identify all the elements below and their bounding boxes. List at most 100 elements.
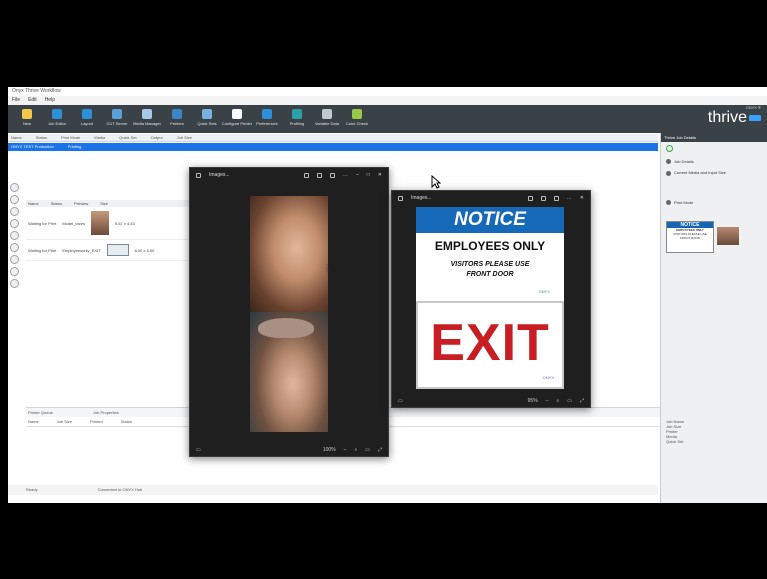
- menu-item-help[interactable]: Help: [45, 97, 55, 104]
- ribbon-icon: [22, 109, 32, 119]
- column-header[interactable]: Quick Set: [119, 135, 136, 140]
- settings-icon[interactable]: [10, 279, 19, 288]
- pane-item[interactable]: Print Mode: [661, 197, 767, 208]
- image-viewer-faces[interactable]: Images... … – □ ✕ ONYX ▭ 100% – ⌕ ▭ ⤢: [189, 167, 389, 457]
- ribbon-button[interactable]: Printers: [164, 107, 190, 131]
- status-bar: Ready Connected to ONYX Hub: [8, 485, 658, 495]
- pause-icon[interactable]: [10, 231, 19, 240]
- pane-title: Thrive Job Details: [661, 133, 767, 142]
- job-row[interactable]: Waiting for Print Model_faces 5.67 x 4.4…: [26, 207, 196, 240]
- tab-printer-queue[interactable]: Printer Queue: [28, 410, 53, 415]
- slideshow-icon[interactable]: ▭: [398, 398, 403, 404]
- minimize-icon[interactable]: –: [356, 172, 359, 178]
- job-row[interactable]: Waiting for Print Employeesonly_EXIT 6.0…: [26, 240, 196, 261]
- job-details-pane: Thrive Job Details Job Details Current M…: [660, 133, 767, 503]
- column-header[interactable]: Name: [28, 419, 39, 424]
- ribbon-button[interactable]: Configure Printer: [222, 107, 252, 131]
- zoom-out-icon[interactable]: –: [344, 447, 347, 453]
- rotate-icon[interactable]: [540, 195, 546, 201]
- column-header[interactable]: Media: [94, 135, 105, 140]
- letterbox-bottom: [0, 503, 767, 579]
- image-viewer-notice[interactable]: Images... … ✕ NOTICE EMPLOYEES ONLY VISI…: [391, 190, 591, 408]
- column-header[interactable]: Status: [36, 135, 47, 140]
- job-name: Employeesonly_EXIT: [62, 247, 101, 253]
- job-preview-thumbnail: [106, 244, 129, 256]
- ribbon-button[interactable]: New: [14, 107, 40, 131]
- ribbon-button[interactable]: Variable Data: [314, 107, 340, 131]
- ribbon-label: CUT Server: [106, 121, 128, 126]
- delete-icon[interactable]: [329, 172, 335, 178]
- ribbon-button[interactable]: CUT Server: [104, 107, 130, 131]
- preview-thumbnail-notice[interactable]: NOTICE EMPLOYEES ONLY VISITORS PLEASE US…: [666, 221, 714, 254]
- table-cell: Printing: [67, 144, 82, 149]
- delete-icon[interactable]: [553, 195, 559, 201]
- zoom-in-icon[interactable]: ⌕: [556, 398, 559, 404]
- close-icon[interactable]: ✕: [378, 172, 382, 178]
- fullscreen-icon[interactable]: ⤢: [378, 447, 382, 453]
- ribbon-label: Profiling: [289, 121, 305, 126]
- ribbon-button[interactable]: Job Editor: [44, 107, 70, 131]
- pane-item[interactable]: Job Details: [661, 156, 767, 167]
- ribbon-toolbar: New Job Editor Layout CUT Server Media Manag…: [8, 105, 767, 133]
- ribbon-label: Printers: [170, 121, 184, 126]
- column-header[interactable]: Printed: [90, 419, 103, 424]
- ribbon-label: Layout: [80, 121, 93, 126]
- stop-icon[interactable]: [10, 243, 19, 252]
- queue-icon[interactable]: [10, 183, 19, 192]
- ribbon-button[interactable]: Layout: [74, 107, 100, 131]
- viewer-footer: ▭ 95% – ⌕ ▭ ⤢: [392, 395, 590, 407]
- column-header[interactable]: Print Mode: [61, 135, 80, 140]
- column-header[interactable]: Job Size: [177, 135, 192, 140]
- zoom-out-icon[interactable]: –: [546, 398, 549, 404]
- status-text: Ready: [26, 487, 38, 492]
- ribbon-label: Quick Sets: [197, 121, 217, 126]
- menu-item-file[interactable]: File: [12, 97, 20, 104]
- maximize-icon[interactable]: □: [367, 172, 370, 178]
- fullscreen-icon[interactable]: ⤢: [580, 398, 584, 404]
- connection-status: Connected to ONYX Hub: [97, 487, 143, 492]
- column-header[interactable]: Job Size: [57, 419, 72, 424]
- slideshow-icon[interactable]: ▭: [196, 447, 201, 453]
- edit-icon[interactable]: [303, 172, 309, 178]
- fit-icon[interactable]: ▭: [567, 398, 572, 404]
- ribbon-button[interactable]: Quick Sets: [194, 107, 220, 131]
- ribbon-button[interactable]: Color Check: [344, 107, 370, 131]
- more-icon[interactable]: …: [343, 172, 348, 178]
- ribbon-icon: [142, 109, 152, 119]
- column-header[interactable]: Status: [121, 419, 132, 424]
- ribbon-button[interactable]: Profiling: [284, 107, 310, 131]
- column-header[interactable]: Output: [151, 135, 163, 140]
- rotate-icon[interactable]: [316, 172, 322, 178]
- viewer-footer: ▭ 100% – ⌕ ▭ ⤢: [190, 444, 388, 456]
- close-icon[interactable]: ✕: [580, 195, 584, 201]
- printer-grid-header: Name Status Print Mode Media Quick Set Output…: [8, 134, 658, 142]
- job-list: Name Status Preview Size Waiting for Pri…: [26, 200, 196, 261]
- refresh-icon[interactable]: [10, 267, 19, 276]
- ribbon-button[interactable]: Media Manager: [133, 107, 161, 131]
- viewer-title: Images...: [411, 195, 432, 201]
- tab-job-properties[interactable]: Job Properties: [93, 410, 119, 415]
- delete-icon[interactable]: [10, 255, 19, 264]
- more-icon[interactable]: …: [567, 195, 572, 201]
- play-icon[interactable]: [10, 219, 19, 228]
- ribbon-icon: [202, 109, 212, 119]
- fit-icon[interactable]: ▭: [365, 447, 370, 453]
- ribbon-icon: [172, 109, 182, 119]
- menu-item-edit[interactable]: Edit: [28, 97, 37, 104]
- job-status: Waiting for Print: [28, 247, 57, 253]
- hold-icon[interactable]: [10, 207, 19, 216]
- ribbon-button[interactable]: Preferences: [254, 107, 280, 131]
- edit-icon[interactable]: [527, 195, 533, 201]
- printer-icon[interactable]: [10, 195, 19, 204]
- zoom-in-icon[interactable]: ⌕: [354, 447, 357, 453]
- portrait-photo-top: ONYX: [250, 196, 330, 312]
- ribbon-label: Color Check: [345, 121, 368, 126]
- job-size: 6.00 x 5.00: [134, 247, 155, 253]
- viewer-titlebar: Images... … ✕: [392, 191, 590, 205]
- preview-thumbnail-faces[interactable]: [717, 227, 739, 246]
- printer-row-selected[interactable]: ONYX TEST Production Printing: [8, 143, 658, 151]
- pane-item[interactable]: Current Media and Input Size: [661, 167, 767, 178]
- viewer-titlebar: Images... … – □ ✕: [190, 168, 388, 182]
- column-header[interactable]: Name: [11, 135, 22, 140]
- ribbon-icon: [232, 109, 242, 119]
